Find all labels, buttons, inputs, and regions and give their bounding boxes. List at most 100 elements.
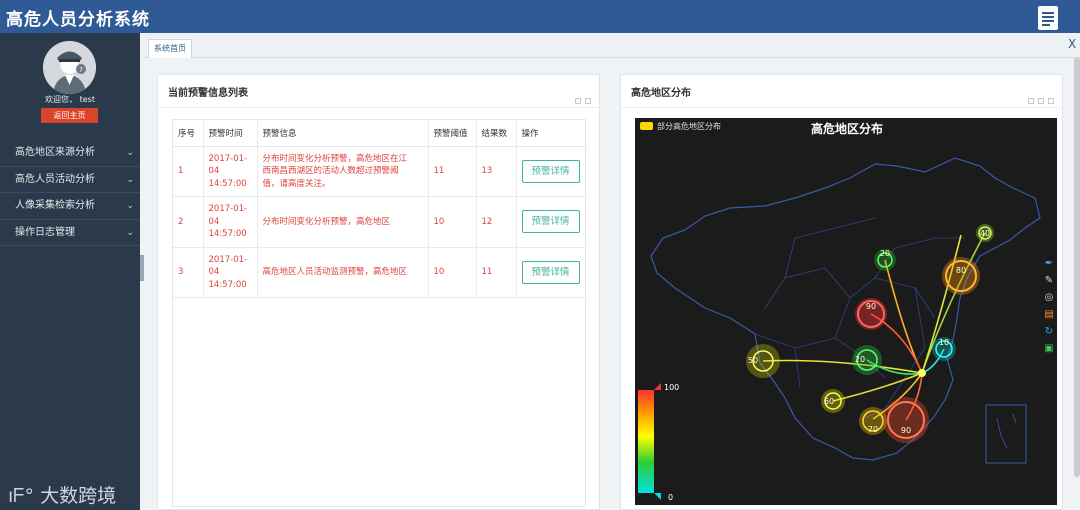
sidebar-item-label: 高危地区来源分析 [15, 147, 95, 158]
table-row: 2 2017-01- 04 14:57:00 分布时间变化分析预警，高危地区 10 … [173, 196, 587, 248]
row-time: 2017-01- 04 14:57:00 [203, 146, 258, 197]
collapse-icon[interactable] [575, 98, 581, 104]
data-view-icon[interactable]: ▤ [1042, 309, 1056, 326]
scale-max-label: 100 [664, 383, 679, 392]
collapse-icon[interactable] [1028, 98, 1034, 104]
avatar: ? [43, 41, 96, 94]
row-threshold: 10 [428, 196, 477, 248]
map-marker: 10 [932, 337, 956, 361]
table-header-row: 序号 预警时间 预警信息 预警阈值 结果数 操作 [173, 120, 587, 147]
tab-home[interactable]: 系统首页 [148, 39, 192, 58]
sidebar-item-label: 人像采集检索分析 [15, 200, 95, 211]
map-marker: 70 [859, 407, 887, 435]
row-count: 12 [476, 196, 517, 248]
sidebar-menu: 高危地区来源分析 ⌄ 高危人员活动分析 ⌄ 人像采集检索分析 ⌄ 操作日志管理 … [0, 140, 140, 246]
map-marker: 50 [746, 344, 780, 378]
chevron-down-icon: ⌄ [126, 148, 134, 158]
row-count: 13 [476, 146, 517, 197]
scale-min-label: 0 [668, 493, 673, 502]
column-header: 预警时间 [203, 120, 258, 147]
maximize-icon[interactable] [1048, 98, 1054, 104]
pencil-icon[interactable]: ✎ [1042, 275, 1056, 292]
welcome-text: 欢迎您， test [45, 95, 95, 104]
row-id: 1 [173, 146, 204, 197]
sidebar: ? 欢迎您， test 返回主页 高危地区来源分析 ⌄ 高危人员活动分析 ⌄ 人… [0, 33, 140, 510]
row-id: 2 [173, 196, 204, 248]
svg-text:?: ? [79, 66, 83, 74]
warning-detail-button[interactable]: 预警详情 [521, 260, 580, 284]
row-info: 分布时间变化分析预警，高危地区 [257, 196, 429, 248]
save-icon[interactable]: ▣ [1042, 343, 1056, 360]
svg-text:90: 90 [901, 426, 911, 435]
refresh-panel-icon[interactable] [1038, 98, 1044, 104]
warning-list-panel: 当前预警信息列表 序号 预警时间 预警信息 预警阈值 结果数 操作 1 2017… [157, 74, 600, 510]
table-row: 3 2017-01- 04 14:57:00 高危地区人员活动监测预警，高危地区 1… [173, 247, 587, 298]
map-panel: 高危地区分布 部分高危地区分布 高危地区分布 40 20 80 90 50 20… [620, 74, 1063, 510]
row-threshold: 11 [428, 146, 477, 197]
svg-text:20: 20 [880, 249, 890, 258]
panel-title: 高危地区分布 [631, 88, 691, 99]
tab-bar: 系统首页 [144, 33, 1080, 58]
row-time: 2017-01- 04 14:57:00 [203, 247, 258, 298]
maximize-icon[interactable] [585, 98, 591, 104]
svg-text:40: 40 [980, 229, 990, 238]
warning-detail-button[interactable]: 预警详情 [521, 210, 580, 234]
map-title: 高危地区分布 [811, 121, 883, 136]
sidebar-item-label: 操作日志管理 [15, 226, 75, 238]
panel-tools [1024, 89, 1054, 108]
lasso-icon[interactable]: ◎ [1042, 292, 1056, 309]
row-id: 3 [173, 247, 204, 298]
color-scale [638, 390, 654, 493]
sidebar-item-activity-analysis[interactable]: 高危人员活动分析 ⌄ [0, 167, 140, 193]
chevron-down-icon: ⌄ [126, 227, 134, 238]
row-time: 2017-01- 04 14:57:00 [203, 196, 258, 248]
home-button[interactable]: 返回主页 [41, 108, 98, 123]
top-bar: 高危人员分析系统 [0, 0, 1080, 33]
svg-text:90: 90 [866, 302, 876, 311]
sidebar-item-portrait-search[interactable]: 人像采集检索分析 ⌄ [0, 193, 140, 220]
row-count: 11 [476, 247, 517, 298]
page-scrollbar[interactable] [1074, 57, 1080, 477]
svg-text:80: 80 [956, 266, 966, 275]
sidebar-item-label: 高危人员活动分析 [15, 173, 95, 185]
sidebar-collapse-handle[interactable] [140, 255, 144, 281]
map-canvas: 部分高危地区分布 高危地区分布 40 20 80 90 50 20 10 60 … [638, 121, 1041, 502]
svg-text:10: 10 [939, 338, 949, 347]
document-icon[interactable] [1038, 6, 1058, 30]
app-title: 高危人员分析系统 [6, 10, 150, 30]
svg-text:70: 70 [868, 425, 878, 434]
brand-logo: ıᖴ° 大数跨境 [8, 485, 117, 507]
chevron-down-icon: ⌄ [126, 174, 134, 185]
close-icon[interactable]: X [1068, 37, 1076, 51]
chevron-down-icon: ⌄ [126, 201, 134, 211]
map-toolbox: ✒ ✎ ◎ ▤ ↻ ▣ [1042, 258, 1056, 360]
column-header: 结果数 [476, 120, 517, 147]
warning-table: 序号 预警时间 预警信息 预警阈值 结果数 操作 1 2017-01- 04 14:… [172, 119, 587, 507]
map-marker: 20 [852, 345, 882, 375]
sidebar-item-source-analysis[interactable]: 高危地区来源分析 ⌄ [0, 140, 140, 167]
svg-text:50: 50 [748, 356, 758, 365]
legend-swatch [640, 122, 653, 130]
user-avatar-icon: ? [43, 41, 96, 94]
pin-icon[interactable]: ✒ [1042, 258, 1056, 275]
svg-text:20: 20 [855, 355, 865, 364]
sidebar-item-operation-log[interactable]: 操作日志管理 ⌄ [0, 220, 140, 246]
column-header: 预警信息 [257, 120, 429, 147]
row-info: 分布时间变化分析预警，高危地区在江 西南昌西湖区的活动人数超过预警阈 值，请高度关注… [257, 146, 429, 197]
map-marker: 90 [855, 298, 887, 330]
column-header: 序号 [173, 120, 204, 147]
row-info: 高危地区人员活动监测预警，高危地区 [257, 247, 429, 298]
refresh-icon[interactable]: ↻ [1042, 326, 1056, 343]
table-row: 1 2017-01- 04 14:57:00 分布时间变化分析预警，高危地区在江 西南… [173, 146, 587, 197]
map-marker: 90 [883, 397, 929, 443]
warning-detail-button[interactable]: 预警详情 [521, 159, 580, 183]
column-header: 预警阈值 [428, 120, 477, 147]
map-marker: 60 [821, 389, 845, 413]
risk-map[interactable]: 部分高危地区分布 高危地区分布 40 20 80 90 50 20 10 60 … [635, 118, 1057, 505]
legend-label: 部分高危地区分布 [657, 121, 721, 131]
svg-text:60: 60 [824, 397, 834, 406]
map-marker: 40 [976, 224, 994, 242]
row-threshold: 10 [428, 247, 477, 298]
map-marker: 20 [874, 249, 896, 271]
panel-tools [571, 89, 591, 108]
